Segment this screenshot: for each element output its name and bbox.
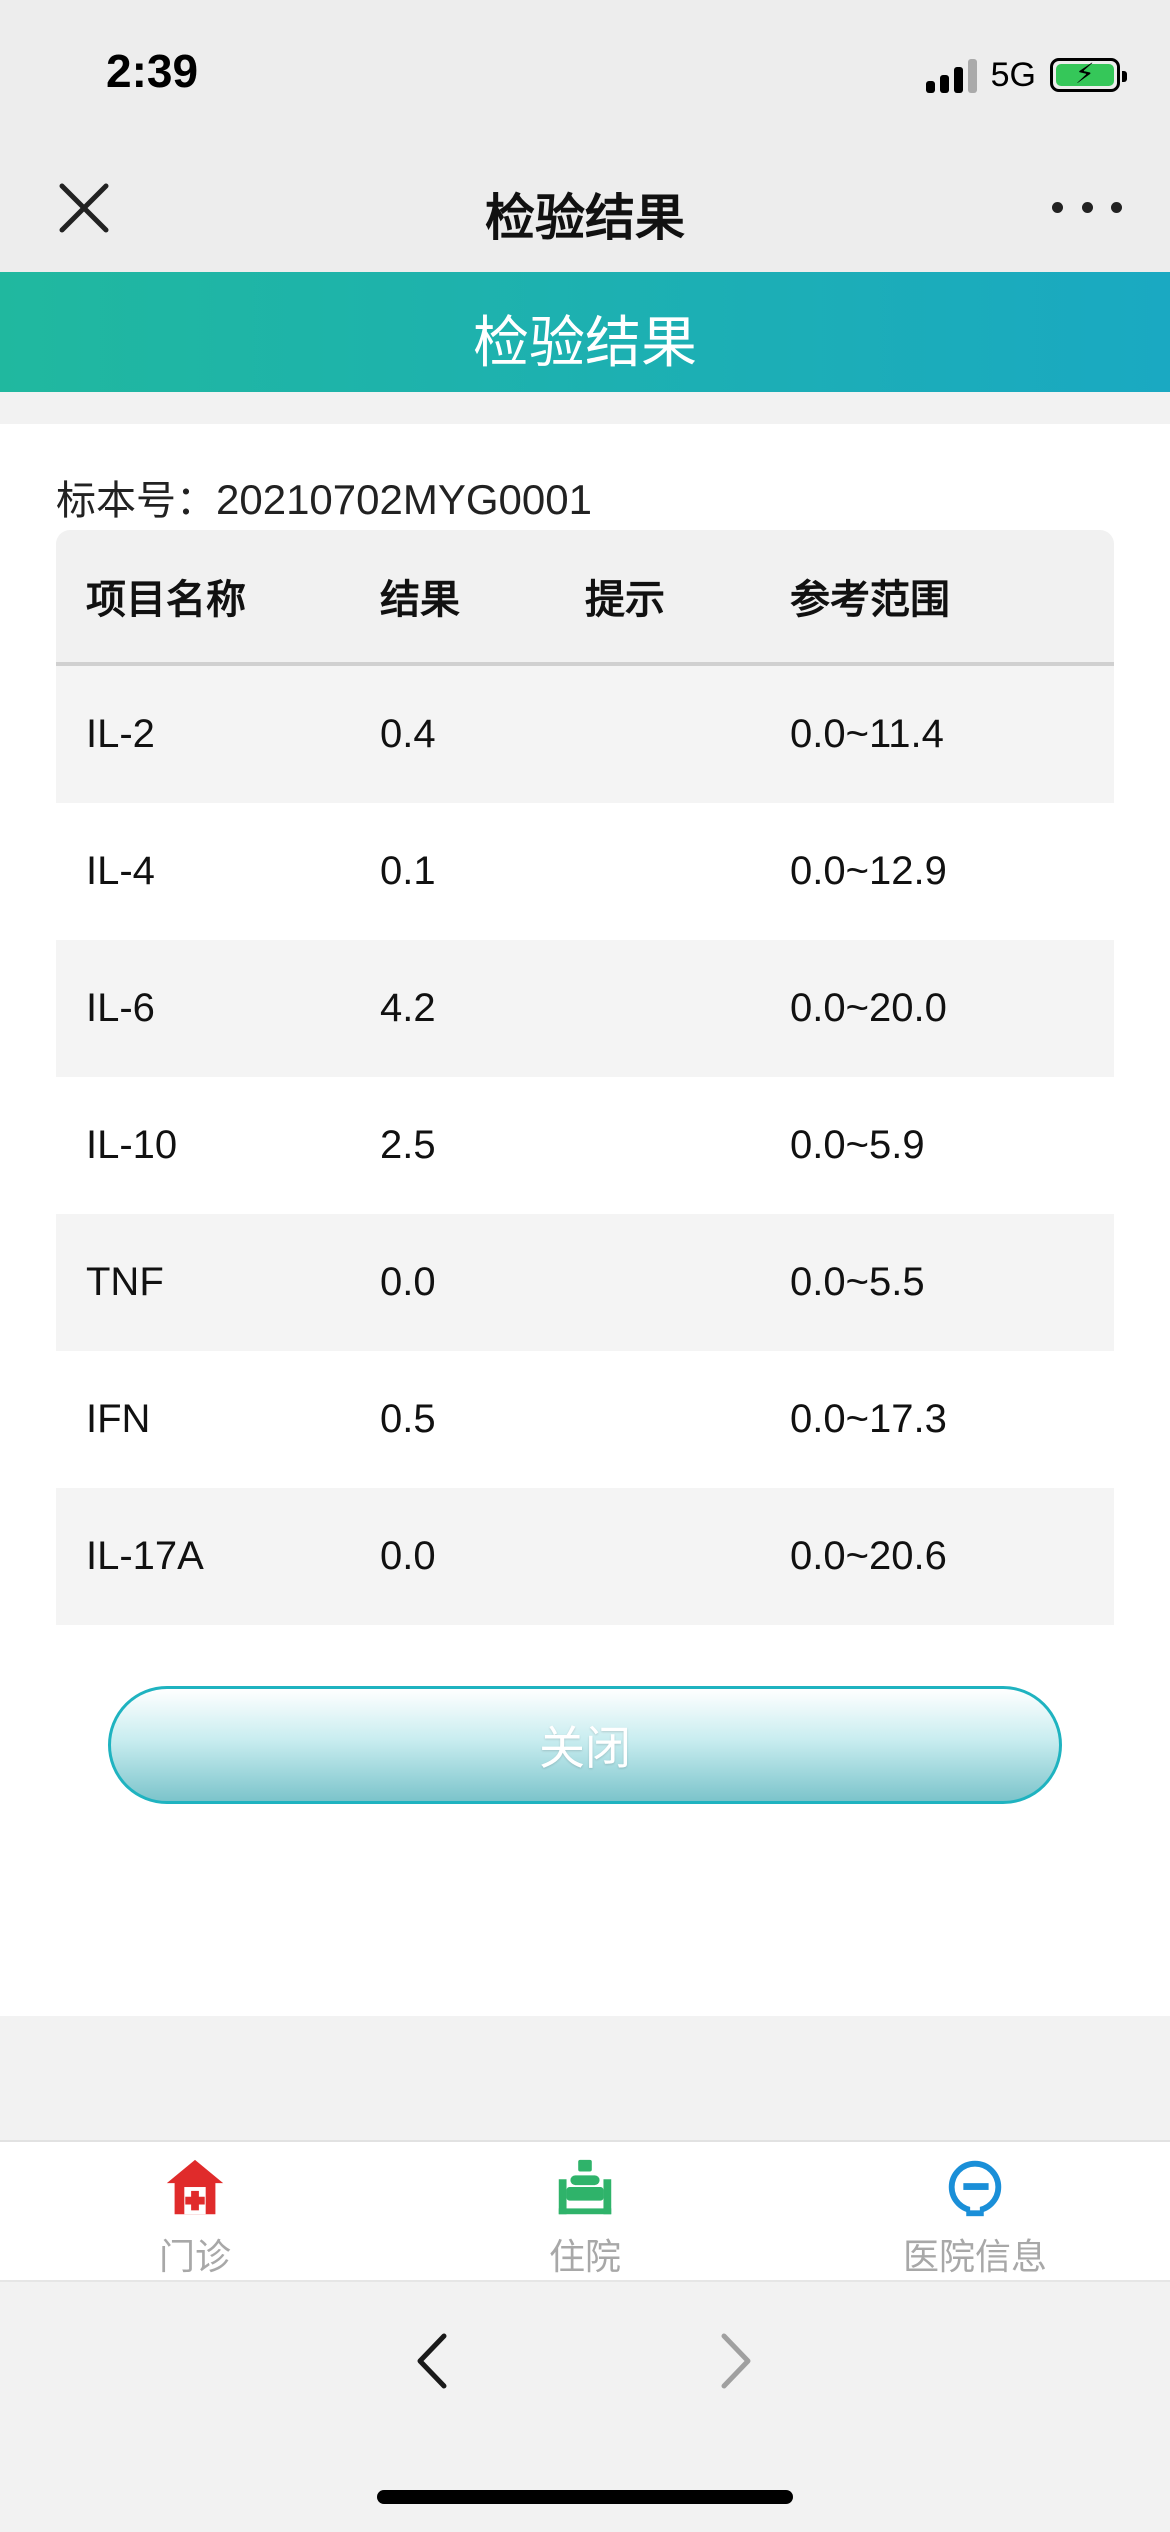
banner-title: 检验结果	[473, 311, 697, 376]
tab-inpatient[interactable]: 住院	[390, 2142, 780, 2280]
result-card: 标本号： 20210702MYG0001 项目名称 结果 提示 参考范围 IL-…	[0, 424, 1170, 2016]
tab-outpatient[interactable]: 门诊	[0, 2142, 390, 2280]
header-hint: 提示	[585, 577, 665, 623]
item-result: 0.4	[380, 712, 436, 756]
item-result: 4.2	[380, 986, 436, 1030]
item-result: 2.5	[380, 1123, 436, 1167]
forward-arrow-icon[interactable]	[710, 2326, 760, 2396]
close-button[interactable]: 关闭	[108, 1686, 1062, 1804]
item-result: 0.0	[380, 1534, 436, 1578]
hospital-info-icon	[948, 2160, 1002, 2217]
item-name: IL-17A	[86, 1534, 204, 1578]
item-range: 0.0~20.6	[790, 1534, 947, 1578]
item-range: 0.0~5.5	[790, 1260, 925, 1304]
header-result: 结果	[380, 577, 460, 623]
item-range: 0.0~17.3	[790, 1397, 947, 1441]
item-range: 0.0~11.4	[790, 712, 944, 756]
item-range: 0.0~20.0	[790, 986, 947, 1030]
table-row: IL-10 2.5 0.0~5.9	[56, 1077, 1114, 1214]
sample-label: 标本号：	[56, 478, 216, 524]
tab-label: 医院信息	[902, 2237, 1047, 2278]
tab-hospital-info[interactable]: 医院信息	[780, 2142, 1170, 2280]
status-time: 2:39	[106, 45, 199, 97]
tab-label: 门诊	[158, 2237, 231, 2278]
table-row: TNF 0.0 0.0~5.5	[56, 1214, 1114, 1351]
tab-label: 住院	[548, 2237, 621, 2278]
more-icon[interactable]	[1052, 192, 1122, 222]
table-row: IFN 0.5 0.0~17.3	[56, 1351, 1114, 1488]
browser-toolbar	[0, 2280, 1170, 2532]
item-name: IFN	[86, 1397, 151, 1441]
network-label: 5G	[990, 55, 1036, 94]
item-name: IL-2	[86, 712, 155, 756]
battery-icon: ⚡	[1050, 57, 1127, 92]
item-result: 0.5	[380, 1397, 436, 1441]
item-range: 0.0~12.9	[790, 849, 947, 893]
table-row: IL-4 0.1 0.0~12.9	[56, 803, 1114, 940]
tab-bar: 门诊 住院 医院信息	[0, 2140, 1170, 2280]
result-table: 项目名称 结果 提示 参考范围 IL-2 0.4 0.0~11.4 IL-4 0…	[56, 530, 1114, 1625]
sample-value: 20210702MYG0001	[216, 476, 592, 523]
home-indicator	[377, 2490, 793, 2504]
item-result: 0.1	[380, 849, 436, 893]
status-bar: 2:39 5G ⚡	[0, 0, 1170, 140]
item-name: IL-6	[86, 986, 155, 1030]
table-row: IL-2 0.4 0.0~11.4	[56, 666, 1114, 803]
item-name: TNF	[86, 1260, 164, 1304]
header-reference-range: 参考范围	[790, 577, 950, 623]
header-item-name: 项目名称	[86, 577, 246, 623]
charging-bolt-icon: ⚡	[1075, 57, 1095, 90]
banner: 检验结果	[0, 272, 1170, 392]
table-row: IL-17A 0.0 0.0~20.6	[56, 1488, 1114, 1625]
outpatient-icon	[166, 2159, 224, 2215]
item-name: IL-10	[86, 1123, 178, 1167]
table-header: 项目名称 结果 提示 参考范围	[56, 530, 1114, 666]
back-arrow-icon[interactable]	[408, 2326, 458, 2396]
sample-number: 标本号： 20210702MYG0001	[56, 468, 592, 526]
inpatient-icon	[558, 2159, 612, 2215]
item-result: 0.0	[380, 1260, 436, 1304]
item-name: IL-4	[86, 849, 155, 893]
table-row: IL-6 4.2 0.0~20.0	[56, 940, 1114, 1077]
nav-bar: 检验结果	[0, 140, 1170, 272]
status-indicators: 5G ⚡	[925, 52, 1127, 98]
signal-icon	[925, 57, 977, 93]
page-title: 检验结果	[485, 189, 685, 247]
item-range: 0.0~5.9	[790, 1123, 925, 1167]
